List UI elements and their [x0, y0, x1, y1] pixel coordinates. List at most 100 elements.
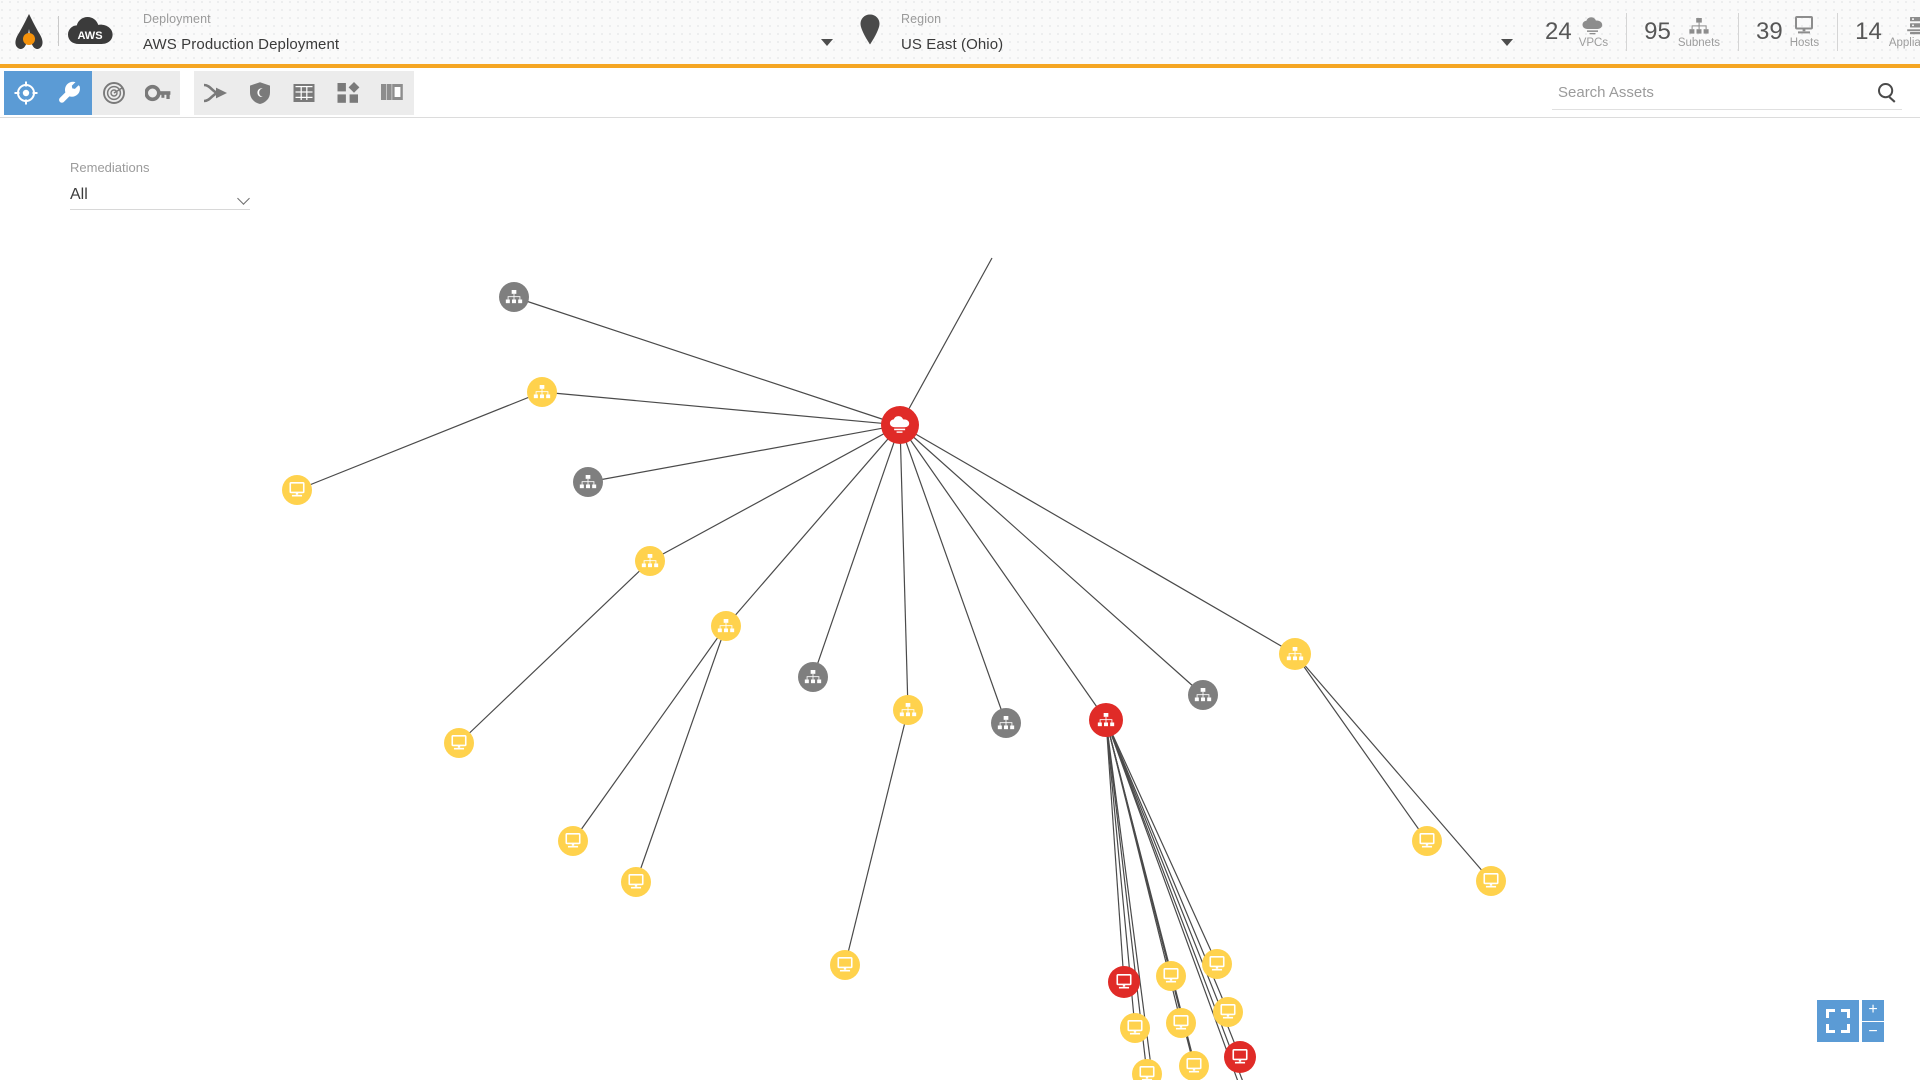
deployment-selector[interactable]: Deployment AWS Production Deployment: [123, 0, 847, 64]
graph-node-subnet[interactable]: [798, 662, 828, 692]
dashboard-tiles-icon: [337, 81, 360, 103]
chevron-down-icon[interactable]: [821, 39, 833, 46]
graph-edge: [572, 625, 727, 842]
graph-node-subnet[interactable]: [527, 377, 557, 407]
graph-edge: [899, 424, 909, 711]
graph-node-subnet[interactable]: [893, 695, 923, 725]
graph-node-vpc[interactable]: [881, 406, 919, 444]
graph-node-host[interactable]: [621, 867, 651, 897]
stat-subnets[interactable]: 95 Subnets: [1626, 9, 1738, 55]
credentials-view-button[interactable]: [136, 70, 180, 115]
remediations-filter-select[interactable]: All: [70, 186, 250, 210]
app-logo-icon: [15, 14, 43, 50]
toolbar-group-secondary: [194, 70, 414, 115]
table-view-button[interactable]: [282, 70, 326, 115]
chevron-down-icon[interactable]: [1501, 39, 1513, 46]
stat-vpcs[interactable]: 24 VPCs: [1527, 9, 1626, 55]
zoom-in-out-group[interactable]: + −: [1862, 1000, 1884, 1042]
topology-view-button[interactable]: [4, 70, 48, 115]
traffic-view-button[interactable]: [194, 70, 238, 115]
stat-vpcs-count: 24: [1545, 18, 1572, 45]
graph-edge: [899, 424, 1204, 696]
graph-node-host[interactable]: [558, 826, 588, 856]
graph-node-subnet[interactable]: [711, 611, 741, 641]
graph-edge: [649, 424, 901, 562]
remediations-view-button[interactable]: [48, 70, 92, 115]
toolbar-group-primary: [4, 70, 180, 115]
graph-node-host[interactable]: [1224, 1041, 1256, 1073]
deployment-value: AWS Production Deployment: [143, 35, 340, 53]
remediations-filter[interactable]: Remediations All: [70, 160, 250, 210]
node-circle: [1224, 1041, 1256, 1073]
graph-node-host[interactable]: [444, 728, 474, 758]
graph-edge: [296, 391, 543, 491]
zoom-controls[interactable]: + −: [1817, 1000, 1884, 1042]
graph-node-host[interactable]: [1108, 966, 1140, 998]
graph-edge: [812, 424, 901, 678]
zoom-out-button[interactable]: −: [1862, 1021, 1884, 1042]
graph-node-host[interactable]: [1213, 997, 1243, 1027]
graph-node-host[interactable]: [1179, 1051, 1209, 1080]
map-pin-icon: [859, 14, 881, 51]
layers-view-button[interactable]: [370, 70, 414, 115]
graph-node-host[interactable]: [1120, 1013, 1150, 1043]
stat-hosts-count: 39: [1756, 18, 1783, 45]
key-icon: [145, 84, 171, 101]
graph-node-subnet[interactable]: [573, 467, 603, 497]
graph-edge: [541, 391, 901, 426]
search-icon[interactable]: [1872, 82, 1902, 103]
zoom-in-button[interactable]: +: [1862, 1000, 1884, 1021]
stat-appliances-label: Appliances: [1888, 37, 1920, 49]
node-circle: [1202, 949, 1232, 979]
graph-edge: [587, 424, 901, 483]
graph-node-host[interactable]: [830, 950, 860, 980]
topology-canvas[interactable]: Remediations All + −: [0, 118, 1920, 1080]
asset-graph[interactable]: [0, 118, 1920, 1080]
search-assets-container[interactable]: [1552, 76, 1902, 110]
graph-node-subnet[interactable]: [1279, 638, 1311, 670]
subnet-hierarchy-icon: [1688, 14, 1710, 35]
graph-node-host[interactable]: [1132, 1059, 1162, 1080]
graph-node-host[interactable]: [1476, 866, 1506, 896]
app-logo[interactable]: [0, 0, 58, 64]
graph-node-host[interactable]: [1166, 1008, 1196, 1038]
remediations-filter-label: Remediations: [70, 160, 150, 175]
graph-node-subnet[interactable]: [499, 282, 529, 312]
shield-icon: [250, 81, 270, 104]
graph-edge: [635, 625, 727, 883]
graph-edge: [899, 424, 1107, 721]
graph-node-host[interactable]: [1202, 949, 1232, 979]
graph-node-subnet[interactable]: [1089, 703, 1123, 737]
scan-view-button[interactable]: [92, 70, 136, 115]
graph-edge: [1294, 653, 1492, 882]
chevron-down-icon[interactable]: [239, 194, 250, 201]
dashboard-view-button[interactable]: [326, 70, 370, 115]
node-circle: [830, 950, 860, 980]
asset-stats: 24 VPCs 95 Subnets 39 Hosts 14 Applia: [1527, 0, 1920, 64]
graph-node-host[interactable]: [1156, 961, 1186, 991]
view-toolbar: [0, 68, 1920, 118]
graph-node-subnet[interactable]: [635, 546, 665, 576]
node-circle: [282, 475, 312, 505]
graph-node-subnet[interactable]: [991, 708, 1021, 738]
graph-node-host[interactable]: [282, 475, 312, 505]
stat-appliances[interactable]: 14 Appliances: [1837, 9, 1920, 55]
graph-edge: [899, 424, 1007, 724]
node-circle: [558, 826, 588, 856]
stat-hosts-label: Hosts: [1789, 37, 1820, 49]
graph-edge: [1105, 719, 1218, 965]
region-selector[interactable]: Region US East (Ohio): [847, 0, 1527, 64]
search-input[interactable]: [1552, 83, 1872, 101]
fit-to-screen-button[interactable]: [1817, 1000, 1859, 1042]
node-circle: [1412, 826, 1442, 856]
security-view-button[interactable]: [238, 70, 282, 115]
graph-node-subnet[interactable]: [1188, 680, 1218, 710]
stat-subnets-label: Subnets: [1677, 37, 1721, 49]
graph-node-host[interactable]: [1412, 826, 1442, 856]
graph-edge: [513, 296, 901, 426]
graph-edge: [899, 257, 993, 426]
monitor-icon: [1794, 14, 1814, 35]
cloud-icon: [1582, 14, 1604, 35]
stat-hosts[interactable]: 39 Hosts: [1738, 9, 1837, 55]
graph-nodes[interactable]: [282, 282, 1506, 1080]
